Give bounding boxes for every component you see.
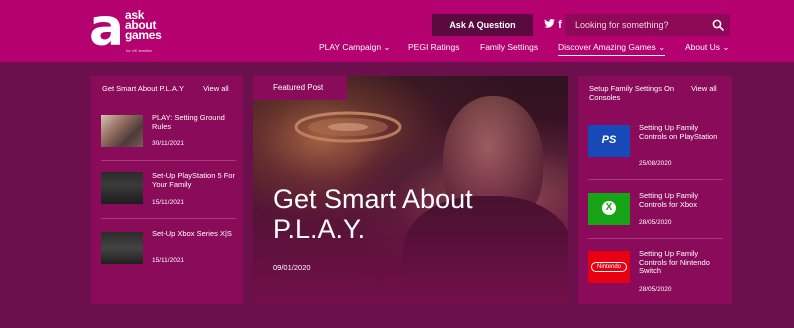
item-date: 25/08/2020 — [639, 160, 672, 167]
logo-words: ask about games — [125, 9, 162, 42]
item-title[interactable]: Set-Up Xbox Series X|S — [152, 229, 237, 239]
item-date: 15/11/2021 — [152, 199, 185, 206]
logo-tagline: for UK families — [126, 48, 153, 53]
playstation-settings-thumbnail — [101, 172, 143, 204]
view-all-link[interactable]: View all — [203, 84, 229, 93]
nav-discover-amazing-games[interactable]: Discover Amazing Games ⌄ — [558, 42, 666, 56]
nav-pegi-ratings[interactable]: PEGI Ratings — [408, 42, 460, 52]
search-box — [565, 14, 730, 36]
divider — [101, 160, 236, 161]
family-photo-thumbnail — [101, 115, 143, 147]
item-title[interactable]: Setting Up Family Controls for Xbox — [639, 191, 727, 209]
search-input[interactable] — [565, 14, 705, 36]
nintendo-logo-icon: Nintendo — [588, 251, 630, 283]
featured-post[interactable]: Featured Post Get Smart About P.L.A.Y. 0… — [253, 76, 568, 304]
divider — [588, 238, 723, 239]
divider — [101, 218, 236, 219]
item-date: 15/11/2021 — [152, 257, 185, 264]
logo-letter-a: a — [89, 0, 125, 58]
item-date: 28/05/2020 — [639, 286, 672, 293]
xbox-logo-text: X — [602, 201, 616, 215]
item-title[interactable]: Setting Up Family Controls on PlayStatio… — [639, 123, 727, 141]
item-title[interactable]: PLAY: Setting Ground Rules — [152, 113, 237, 131]
nintendo-logo-text: Nintendo — [591, 262, 627, 272]
featured-post-tag: Featured Post — [253, 76, 347, 100]
xbox-settings-thumbnail — [101, 232, 143, 264]
search-icon[interactable] — [712, 19, 724, 31]
panel-heading: Setup Family Settings On Consoles — [589, 84, 675, 102]
nav-family-settings[interactable]: Family Settings — [480, 42, 538, 52]
item-date: 28/05/2020 — [639, 219, 672, 226]
item-date: 30/11/2021 — [152, 140, 185, 147]
divider — [588, 179, 723, 180]
nav-about-us[interactable]: About Us ⌄ — [685, 42, 729, 53]
logo-word-games: games — [125, 28, 162, 42]
nav-play-campaign[interactable]: PLAY Campaign ⌄ — [319, 42, 391, 53]
play-posts-panel: Get Smart About P.L.A.Y View all PLAY: S… — [91, 76, 243, 304]
playstation-logo-text: PS — [601, 134, 617, 146]
console-settings-panel: Setup Family Settings On Consoles View a… — [578, 76, 732, 304]
playstation-logo-icon: PS — [588, 125, 630, 157]
site-header: a ask about games for UK families Ask A … — [0, 0, 794, 62]
panel-heading: Get Smart About P.L.A.Y — [102, 84, 184, 93]
ask-a-question-button[interactable]: Ask A Question — [432, 14, 533, 36]
view-all-link[interactable]: View all — [691, 84, 717, 93]
featured-date: 09/01/2020 — [273, 263, 311, 272]
item-title[interactable]: Setting Up Family Controls for Nintendo … — [639, 249, 727, 276]
item-title[interactable]: Set-Up PlayStation 5 For Your Family — [152, 171, 237, 189]
featured-title[interactable]: Get Smart About P.L.A.Y. — [273, 184, 563, 244]
ask-about-games-logo[interactable]: a ask about games for UK families — [89, 2, 199, 54]
xbox-logo-icon: X — [588, 193, 630, 225]
